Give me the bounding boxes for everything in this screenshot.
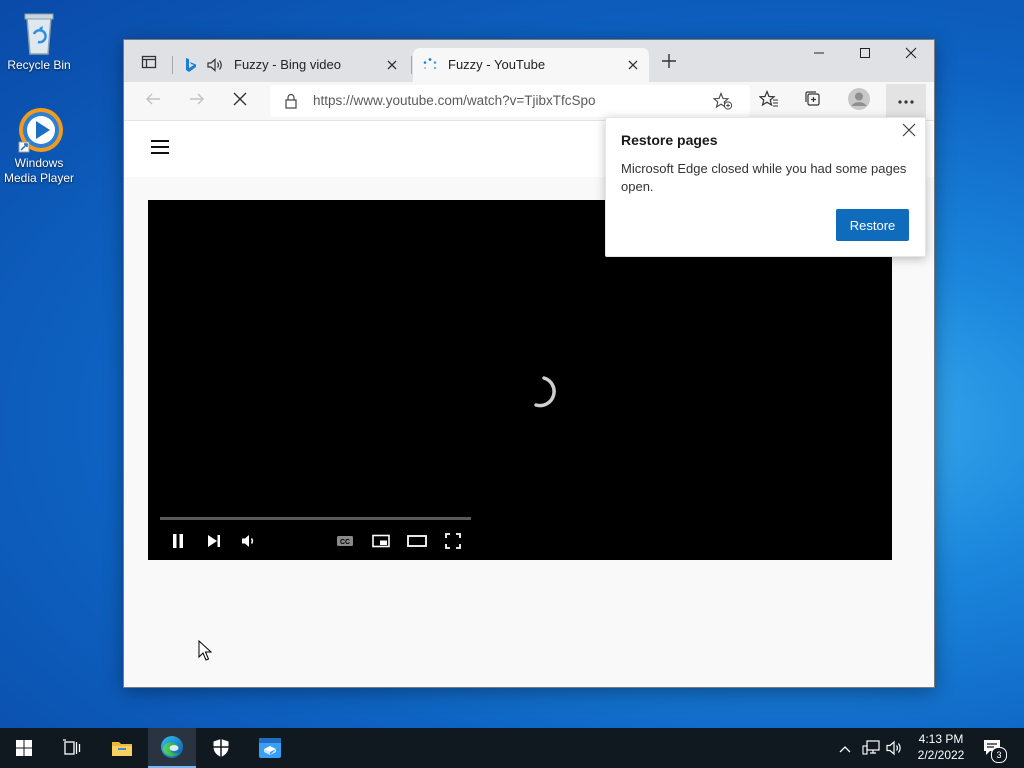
sandbox-app-button[interactable] <box>246 728 294 768</box>
clock-date: 2/2/2022 <box>917 748 965 762</box>
recycle-bin-icon <box>17 8 61 55</box>
pause-button[interactable] <box>167 530 189 552</box>
desktop-icon-windows-media-player[interactable]: Windows Media Player <box>0 106 79 186</box>
miniplayer-icon <box>372 534 390 548</box>
mouse-cursor-icon <box>198 639 213 667</box>
back-button[interactable] <box>138 86 168 116</box>
edge-taskbar-button[interactable] <box>148 728 196 768</box>
tab-actions-button[interactable] <box>134 48 164 80</box>
start-button[interactable] <box>0 728 48 768</box>
dialog-title: Restore pages <box>621 132 718 148</box>
add-favorite-icon[interactable] <box>712 92 733 115</box>
tab-title: Fuzzy - Bing video <box>234 57 341 72</box>
media-player-icon <box>17 106 63 153</box>
next-icon <box>208 535 220 547</box>
desktop-icon-label: Windows Media Player <box>3 156 75 185</box>
taskbar: 4:13 PM 2/2/2022 3 <box>0 728 1024 768</box>
lock-icon[interactable] <box>284 93 298 114</box>
tab-actions-icon <box>141 54 157 75</box>
loading-icon <box>422 57 438 76</box>
chevron-up-icon[interactable] <box>838 741 852 759</box>
fullscreen-button[interactable] <box>442 530 464 552</box>
task-view-icon <box>63 739 81 755</box>
more-icon <box>897 92 915 110</box>
dialog-message: Microsoft Edge closed while you had some… <box>621 161 907 194</box>
clock-time: 4:13 PM <box>918 732 964 746</box>
collections-button[interactable] <box>798 86 828 116</box>
desktop-icon-label: Recycle Bin <box>7 58 71 72</box>
network-icon[interactable] <box>862 740 880 761</box>
volume-button[interactable] <box>238 530 260 552</box>
tab-bing-video[interactable]: Fuzzy - Bing video <box>176 48 408 82</box>
maximize-icon <box>859 46 871 64</box>
captions-icon: CC <box>337 536 353 546</box>
stop-icon <box>232 91 248 112</box>
next-button[interactable] <box>203 530 225 552</box>
stop-loading-button[interactable] <box>225 86 255 116</box>
shield-icon <box>213 739 229 757</box>
system-clock[interactable]: 4:13 PM 2/2/2022 <box>910 731 972 763</box>
captions-button[interactable]: CC <box>334 530 356 552</box>
windows-logo-icon <box>16 740 32 756</box>
loading-spinner-icon <box>528 370 558 415</box>
task-view-button[interactable] <box>48 728 96 768</box>
favorites-button[interactable] <box>754 86 784 116</box>
plus-icon <box>660 52 678 75</box>
maximize-button[interactable] <box>842 40 888 70</box>
volume-icon <box>242 535 254 547</box>
tab-bar: Fuzzy - Bing video Fuzzy - YouTube <box>124 40 934 82</box>
theater-mode-button[interactable] <box>406 530 428 552</box>
app-window-icon <box>259 738 281 758</box>
url-text[interactable]: https://www.youtube.com/watch?v=TjibxTfc… <box>313 93 596 108</box>
minimize-button[interactable] <box>796 40 842 70</box>
close-window-button[interactable] <box>888 40 934 70</box>
tab-youtube[interactable]: Fuzzy - YouTube <box>413 48 649 82</box>
restore-button[interactable]: Restore <box>836 209 909 241</box>
settings-more-button[interactable] <box>886 84 926 118</box>
profile-button[interactable] <box>844 86 874 116</box>
forward-button[interactable] <box>182 86 212 116</box>
folder-icon <box>112 742 132 756</box>
edge-icon <box>161 736 183 758</box>
desktop-icon-recycle-bin[interactable]: Recycle Bin <box>0 8 79 73</box>
volume-tray-icon[interactable] <box>885 740 903 761</box>
file-explorer-button[interactable] <box>98 728 146 768</box>
theater-icon <box>407 535 427 547</box>
svg-text:CC: CC <box>340 539 350 546</box>
address-bar[interactable]: https://www.youtube.com/watch?v=TjibxTfc… <box>270 85 750 117</box>
fullscreen-icon <box>445 533 461 549</box>
navigation-toolbar: https://www.youtube.com/watch?v=TjibxTfc… <box>124 82 934 121</box>
dialog-close-icon[interactable] <box>902 123 916 142</box>
notification-count-badge: 3 <box>991 747 1007 763</box>
collections-icon <box>804 90 822 113</box>
avatar <box>847 87 871 116</box>
tab-title: Fuzzy - YouTube <box>448 57 546 72</box>
progress-bar[interactable] <box>160 517 471 520</box>
tab-close-icon[interactable] <box>625 57 641 73</box>
new-tab-button[interactable] <box>654 48 684 78</box>
favorites-icon <box>758 89 779 113</box>
miniplayer-button[interactable] <box>370 530 392 552</box>
close-icon <box>905 46 917 64</box>
tab-close-icon[interactable] <box>384 57 400 73</box>
pause-icon <box>173 534 183 548</box>
speaker-icon[interactable] <box>206 57 224 76</box>
hamburger-menu-icon[interactable] <box>150 139 170 160</box>
bing-icon <box>184 57 198 76</box>
minimize-icon <box>813 46 825 64</box>
restore-pages-dialog: Restore pages Microsoft Edge closed whil… <box>605 117 926 257</box>
forward-arrow-icon <box>188 90 206 113</box>
security-button[interactable] <box>197 728 245 768</box>
back-arrow-icon <box>144 90 162 113</box>
